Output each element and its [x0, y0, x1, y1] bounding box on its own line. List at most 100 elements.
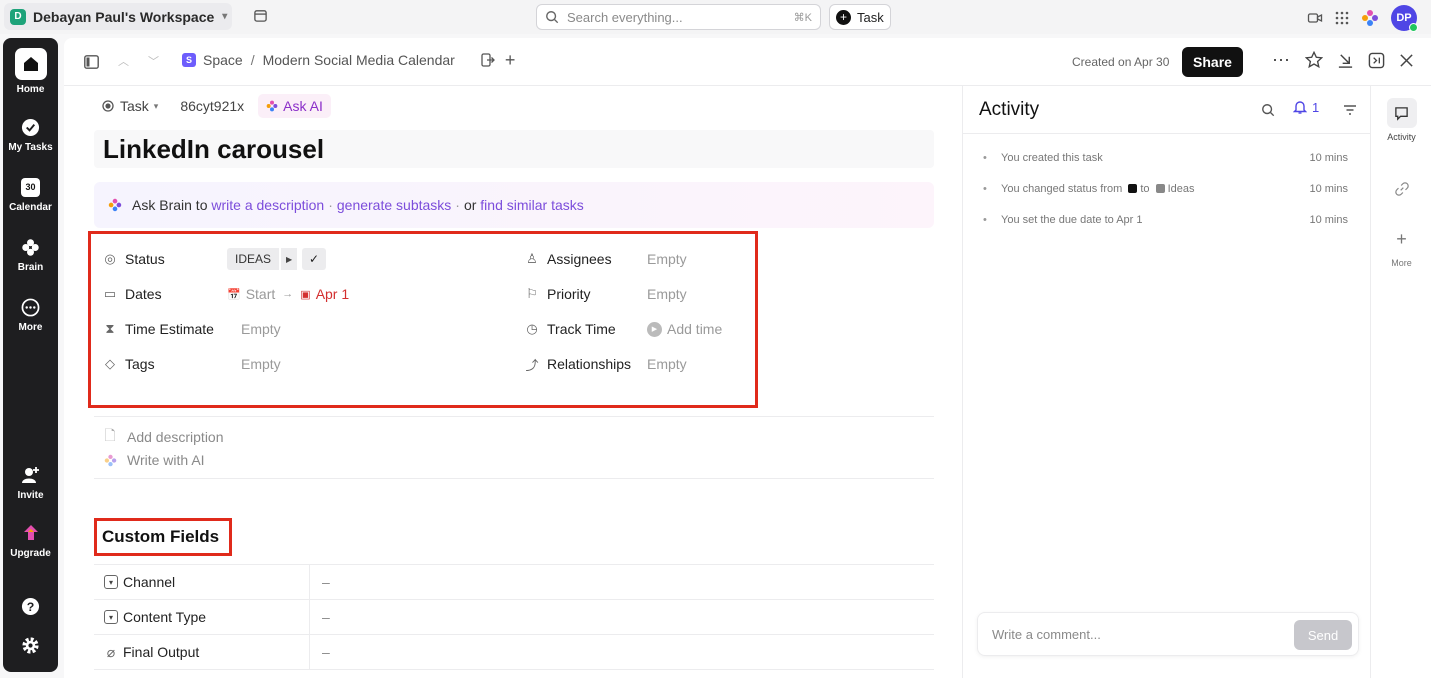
- custom-field-value[interactable]: –: [310, 609, 330, 625]
- share-button[interactable]: Share: [1182, 47, 1243, 77]
- write-description-link[interactable]: write a description: [211, 197, 324, 213]
- add-description-button[interactable]: 🗋 Add description: [103, 425, 223, 449]
- due-date-icon: ▣: [300, 288, 311, 301]
- table-row[interactable]: ⌀ Final Output –: [94, 634, 934, 670]
- find-similar-tasks-link[interactable]: find similar tasks: [480, 197, 583, 213]
- write-with-ai-label: Write with AI: [127, 452, 205, 468]
- field-dates: ▭ Dates 📅 Start → ▣ Apr 1: [103, 283, 349, 305]
- activity-time: 10 mins: [1309, 152, 1348, 164]
- star-icon[interactable]: [1305, 51, 1323, 69]
- assignees-value[interactable]: Empty: [647, 251, 687, 267]
- custom-field-value[interactable]: –: [310, 644, 330, 660]
- apps-grid-icon[interactable]: [1335, 11, 1349, 25]
- send-button[interactable]: Send: [1294, 620, 1352, 650]
- space-icon: S: [182, 53, 196, 67]
- breadcrumb: S Space / Modern Social Media Calendar +: [182, 51, 516, 69]
- close-icon[interactable]: [1399, 53, 1414, 68]
- sidebar-item-more[interactable]: + More: [1371, 224, 1431, 269]
- table-row[interactable]: ▾ Content Type –: [94, 599, 934, 635]
- sidebar-item-activity[interactable]: Activity: [1371, 98, 1431, 142]
- calendar-icon[interactable]: [253, 8, 268, 23]
- ask-ai-button[interactable]: Ask AI: [258, 94, 331, 118]
- activity-item: • You set the due date to Apr 1 10 mins: [983, 214, 1348, 226]
- rail-item-home[interactable]: Home: [3, 48, 58, 95]
- chevron-down-icon[interactable]: ﹀: [148, 53, 159, 69]
- task-id[interactable]: 86cyt921x: [172, 94, 252, 118]
- right-sidebar: Activity + More: [1370, 86, 1431, 678]
- chevron-down-icon: ▾: [153, 100, 159, 111]
- notifications-button[interactable]: 1: [1293, 100, 1319, 115]
- status-value[interactable]: IDEAS: [227, 248, 280, 270]
- write-with-ai-button[interactable]: Write with AI: [103, 452, 205, 468]
- notification-count: 1: [1312, 100, 1320, 115]
- rail-item-more[interactable]: More: [3, 296, 58, 333]
- table-row[interactable]: ▾ Channel –: [94, 564, 934, 600]
- sidebar-item-label: Activity: [1387, 132, 1416, 142]
- chevron-down-icon: ▾: [222, 11, 228, 22]
- search-icon[interactable]: [1261, 103, 1275, 117]
- relationships-value[interactable]: Empty: [647, 356, 687, 372]
- tags-value[interactable]: Empty: [241, 356, 281, 372]
- rail-item-brain[interactable]: Brain: [3, 236, 58, 273]
- expand-icon[interactable]: [1368, 52, 1385, 69]
- search-input[interactable]: Search everything... ⌘K: [536, 4, 821, 30]
- task-type-dropdown[interactable]: Task ▾: [94, 94, 166, 118]
- priority-value[interactable]: Empty: [647, 286, 687, 302]
- attachment-icon: ⌀: [106, 643, 116, 660]
- rail-item-upgrade[interactable]: Upgrade: [3, 522, 58, 559]
- plus-icon: +: [836, 9, 851, 25]
- task-title[interactable]: LinkedIn carousel: [94, 130, 934, 168]
- add-user-icon: [20, 464, 42, 486]
- comment-input[interactable]: Write a comment... Send: [977, 612, 1359, 656]
- status-square-gray: [1155, 184, 1165, 193]
- add-time-button[interactable]: ▶ Add time: [647, 321, 722, 337]
- filter-icon[interactable]: [1343, 104, 1357, 116]
- move-icon[interactable]: [481, 53, 495, 67]
- workspace-switcher[interactable]: D Debayan Paul's Workspace ▾: [4, 3, 232, 30]
- rail-item-calendar[interactable]: 30 Calendar: [3, 176, 58, 213]
- rail-item-my-tasks[interactable]: My Tasks: [3, 116, 58, 153]
- date-arrow: →: [282, 288, 294, 300]
- settings-button[interactable]: [3, 634, 58, 660]
- breadcrumb-list[interactable]: Modern Social Media Calendar: [263, 52, 455, 68]
- generate-subtasks-link[interactable]: generate subtasks: [337, 197, 451, 213]
- chevron-up-icon[interactable]: ︿: [118, 53, 129, 69]
- breadcrumb-space[interactable]: Space: [203, 52, 243, 68]
- field-time-estimate: ⧗ Time Estimate Empty: [103, 318, 281, 340]
- upgrade-icon: [20, 522, 42, 544]
- brain-icon: [108, 198, 122, 212]
- plus-icon[interactable]: +: [505, 51, 516, 69]
- sidebar-toggle-icon[interactable]: [84, 55, 99, 69]
- avatar[interactable]: DP: [1391, 5, 1418, 32]
- new-task-button[interactable]: + Task: [829, 4, 891, 30]
- custom-fields-title: Custom Fields: [102, 527, 220, 546]
- activity-text: You created this task: [1001, 152, 1103, 164]
- field-label: Dates: [125, 286, 162, 302]
- more-options-icon[interactable]: ⋯: [1272, 51, 1291, 69]
- video-icon[interactable]: [1307, 10, 1323, 26]
- start-date[interactable]: Start: [246, 286, 276, 302]
- field-tags: ◇ Tags Empty: [103, 353, 281, 375]
- custom-field-value[interactable]: –: [310, 574, 330, 590]
- brain-suggestions: Ask Brain to write a description · gener…: [94, 182, 934, 228]
- brain-ai-icon[interactable]: [1361, 9, 1379, 27]
- complete-check-icon[interactable]: ✓: [302, 248, 327, 270]
- next-status-icon[interactable]: ▶: [281, 248, 298, 270]
- relationship-icon: ⤴: [525, 357, 539, 373]
- rail-label: Brain: [17, 262, 44, 273]
- due-date[interactable]: Apr 1: [316, 286, 349, 302]
- sidebar-item-links[interactable]: [1371, 174, 1431, 208]
- download-icon[interactable]: [1337, 52, 1354, 69]
- separator-dot: ·: [328, 197, 333, 213]
- help-button[interactable]: ?: [3, 595, 58, 621]
- sidebar-item-label: More: [1391, 258, 1412, 268]
- field-relationships: ⤴ Relationships Empty: [525, 353, 687, 375]
- status-selector[interactable]: IDEAS ▶ ✓: [227, 248, 327, 270]
- time-estimate-value[interactable]: Empty: [241, 321, 281, 337]
- play-icon: ▶: [647, 321, 662, 337]
- new-task-label: Task: [857, 9, 884, 25]
- rail-item-invite[interactable]: Invite: [3, 464, 58, 501]
- custom-field-name: Content Type: [123, 609, 207, 625]
- rail-label: Home: [16, 84, 45, 95]
- home-icon: [14, 48, 47, 80]
